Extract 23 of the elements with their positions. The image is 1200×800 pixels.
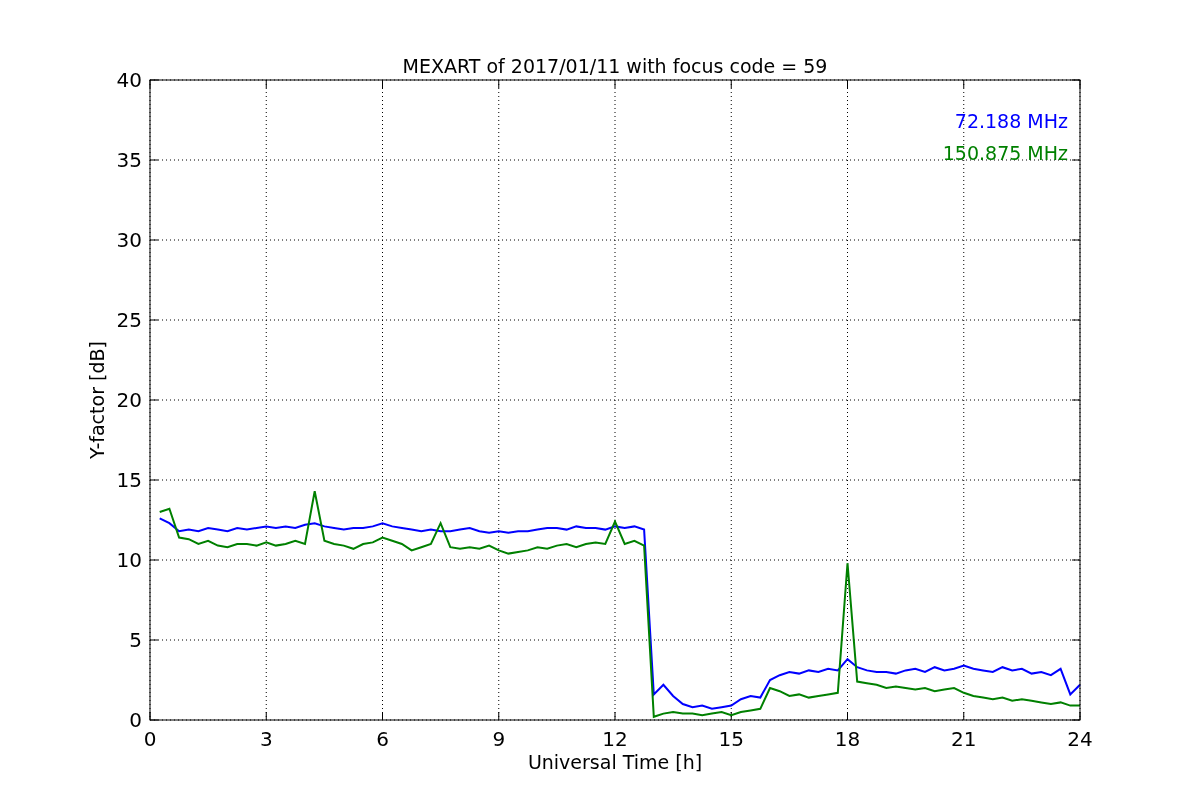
- y-tick-label: 30: [116, 228, 142, 252]
- y-tick-label: 10: [116, 548, 142, 572]
- y-tick-label: 25: [116, 308, 142, 332]
- x-tick-label: 24: [1067, 727, 1093, 751]
- x-tick-label: 21: [951, 727, 977, 751]
- y-tick-label: 40: [116, 68, 142, 92]
- x-tick-label: 9: [492, 727, 506, 751]
- x-tick-label: 0: [143, 727, 157, 751]
- x-tick-label: 3: [259, 727, 273, 751]
- x-tick-label: 6: [376, 727, 389, 751]
- chart-title: MEXART of 2017/01/11 with focus code = 59: [402, 55, 828, 77]
- y-tick-label: 35: [116, 148, 142, 172]
- x-tick-label: 12: [602, 727, 628, 751]
- x-axis-label: Universal Time [h]: [527, 751, 703, 773]
- y-tick-label: 20: [116, 388, 142, 412]
- y-axis-label: Y-factor [dB]: [86, 341, 108, 459]
- legend-label: 150.875 MHz: [942, 142, 1068, 164]
- x-tick-label: 18: [834, 727, 861, 751]
- legend-label: 72.188 MHz: [954, 110, 1068, 132]
- y-tick-label: 5: [129, 628, 142, 652]
- x-tick-label: 15: [718, 727, 744, 751]
- y-tick-label: 15: [116, 468, 142, 492]
- y-tick-label: 0: [129, 708, 142, 732]
